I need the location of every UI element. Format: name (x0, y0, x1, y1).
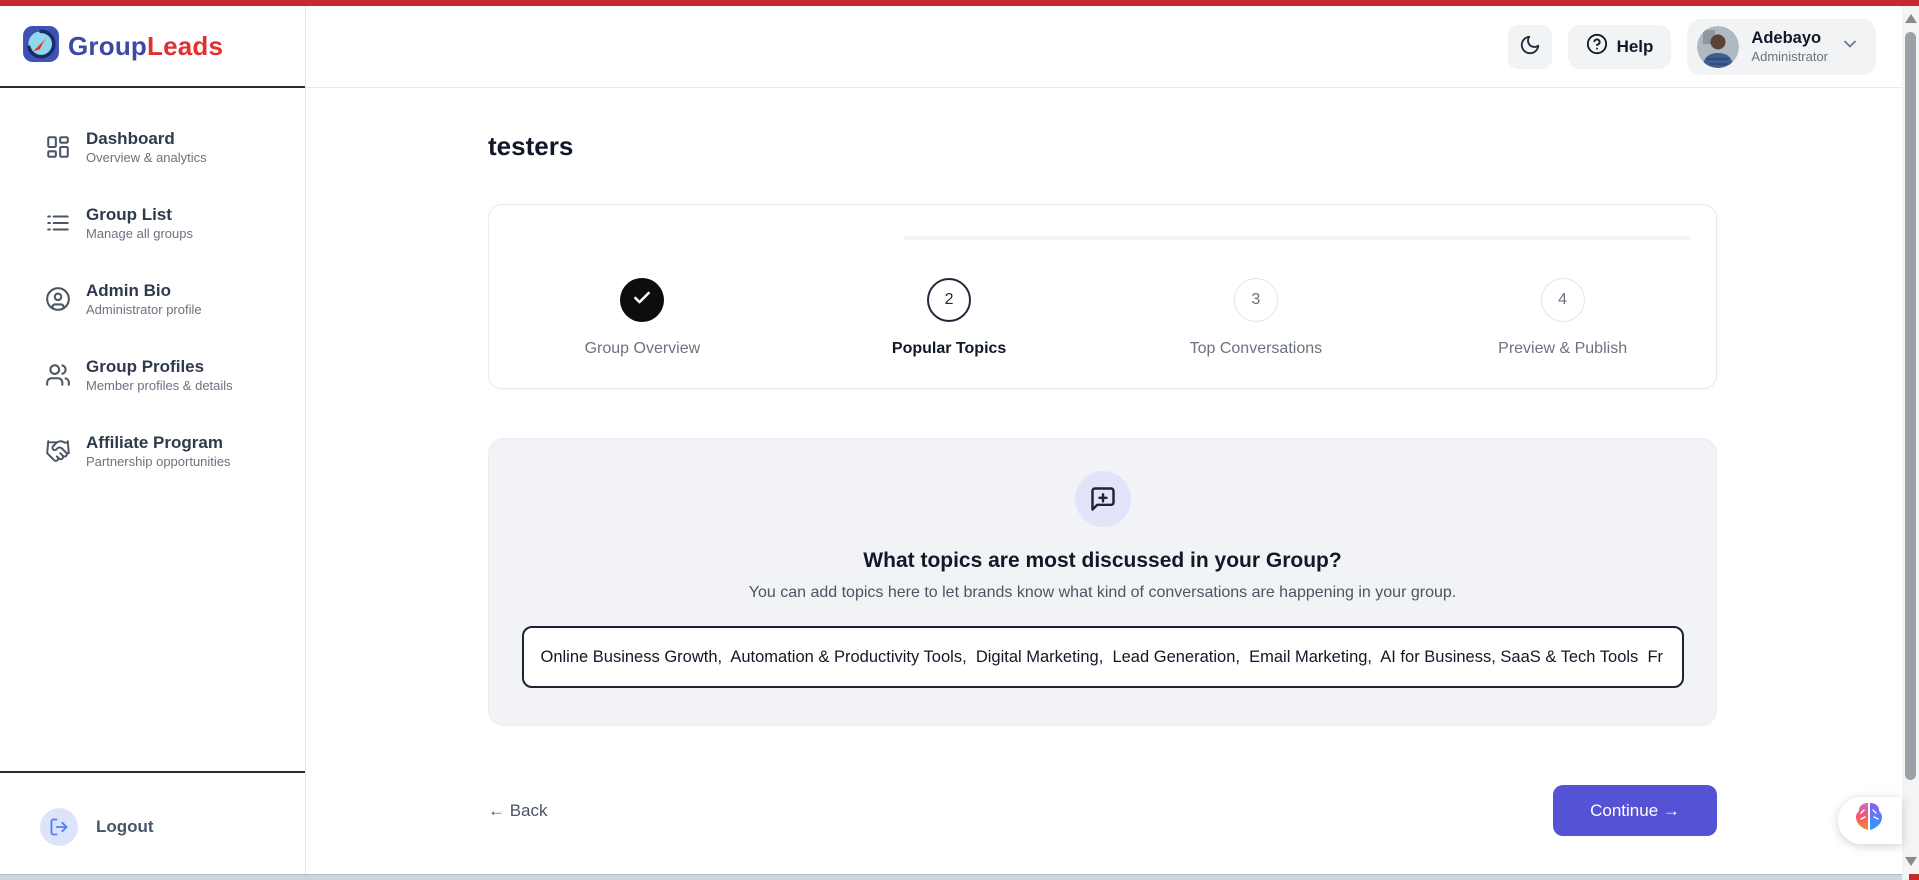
top-header: Help Adebayo Administrator (306, 6, 1902, 88)
help-icon (1586, 33, 1608, 60)
sidebar-item-sublabel: Manage all groups (86, 225, 193, 241)
avatar (1697, 25, 1740, 68)
sidebar-item-label: Dashboard (86, 128, 175, 148)
browser-top-strip (0, 0, 1919, 6)
bottom-corner-mark (1909, 874, 1919, 880)
scrollbar-track[interactable] (1902, 6, 1919, 880)
user-name: Adebayo (1751, 29, 1822, 48)
user-circle-icon (45, 286, 71, 312)
message-plus-icon (1074, 471, 1131, 527)
brain-icon (1850, 801, 1888, 840)
step-group-overview[interactable]: Group Overview (489, 278, 796, 358)
help-button[interactable]: Help (1567, 24, 1672, 69)
topics-heading: What topics are most discussed in your G… (863, 549, 1342, 572)
dark-mode-toggle[interactable] (1507, 24, 1552, 69)
scrollbar-up-arrow[interactable] (1905, 14, 1917, 23)
sidebar-item-sublabel: Overview & analytics (86, 149, 207, 165)
sidebar-item-sublabel: Administrator profile (86, 301, 202, 317)
bottom-edge-strip (0, 874, 1902, 880)
step-label: Preview & Publish (1498, 340, 1628, 357)
brand-logo-icon (22, 25, 60, 68)
brand-name: GroupLeads (68, 30, 224, 61)
brand-logo[interactable]: GroupLeads (0, 6, 305, 88)
step-label: Group Overview (584, 340, 701, 357)
scrollbar-thumb[interactable] (1905, 32, 1916, 780)
logout-button[interactable]: Logout (40, 807, 154, 846)
list-icon (45, 210, 71, 236)
step-popular-topics[interactable]: 2 Popular Topics (796, 278, 1103, 358)
sidebar: GroupLeads Dashboard Overview & analytic… (0, 6, 306, 880)
main-content: testers Group Overview 2 Popular Topics … (306, 88, 1902, 880)
logout-icon (40, 807, 78, 846)
app-window: GroupLeads Dashboard Overview & analytic… (0, 0, 1919, 880)
topics-card: What topics are most discussed in your G… (488, 438, 1717, 726)
back-button[interactable]: ← Back (488, 801, 548, 821)
sidebar-item-group-list[interactable]: Group List Manage all groups (0, 185, 305, 261)
step-number: 3 (1233, 278, 1278, 322)
chevron-down-icon (1840, 34, 1860, 59)
handshake-icon (45, 438, 71, 464)
sidebar-item-affiliate-program[interactable]: Affiliate Program Partnership opportunit… (0, 413, 305, 489)
sidebar-item-admin-bio[interactable]: Admin Bio Administrator profile (0, 261, 305, 337)
sidebar-nav: Dashboard Overview & analytics Group Lis… (0, 88, 305, 489)
help-label: Help (1616, 36, 1654, 56)
extension-widget[interactable] (1838, 797, 1902, 844)
step-number: 4 (1540, 278, 1585, 322)
continue-button[interactable]: Continue → (1553, 785, 1717, 836)
logout-label: Logout (96, 816, 154, 836)
page-title: testers (488, 131, 574, 161)
sidebar-item-label: Group List (86, 204, 172, 224)
stepper-card: Group Overview 2 Popular Topics 3 Top Co… (488, 204, 1717, 389)
step-top-conversations[interactable]: 3 Top Conversations (1103, 278, 1410, 358)
sidebar-item-label: Group Profiles (86, 356, 205, 376)
dashboard-grid-icon (45, 134, 71, 160)
sidebar-item-sublabel: Partnership opportunities (86, 453, 231, 469)
topics-input[interactable] (521, 626, 1684, 688)
moon-icon (1519, 34, 1541, 59)
step-preview-publish[interactable]: 4 Preview & Publish (1409, 278, 1716, 358)
sidebar-item-label: Admin Bio (86, 280, 171, 300)
check-icon (632, 288, 652, 313)
logout-section: Logout (0, 771, 305, 880)
step-label: Popular Topics (891, 340, 1007, 357)
sidebar-item-sublabel: Member profiles & details (86, 377, 233, 393)
users-icon (45, 362, 71, 388)
step-number: 2 (927, 278, 972, 322)
stepper: Group Overview 2 Popular Topics 3 Top Co… (489, 278, 1716, 358)
scrollbar-down-arrow[interactable] (1905, 857, 1917, 866)
wizard-footer: ← Back Continue → (488, 785, 1717, 836)
sidebar-item-dashboard[interactable]: Dashboard Overview & analytics (0, 109, 305, 185)
stepper-connector-line (903, 236, 1691, 240)
user-menu[interactable]: Adebayo Administrator (1687, 18, 1876, 75)
topics-description: You can add topics here to let brands kn… (748, 584, 1457, 601)
step-circle-completed (620, 278, 665, 322)
sidebar-item-label: Affiliate Program (86, 432, 223, 452)
sidebar-item-group-profiles[interactable]: Group Profiles Member profiles & details (0, 337, 305, 413)
step-label: Top Conversations (1189, 340, 1323, 357)
user-role: Administrator (1751, 48, 1828, 64)
